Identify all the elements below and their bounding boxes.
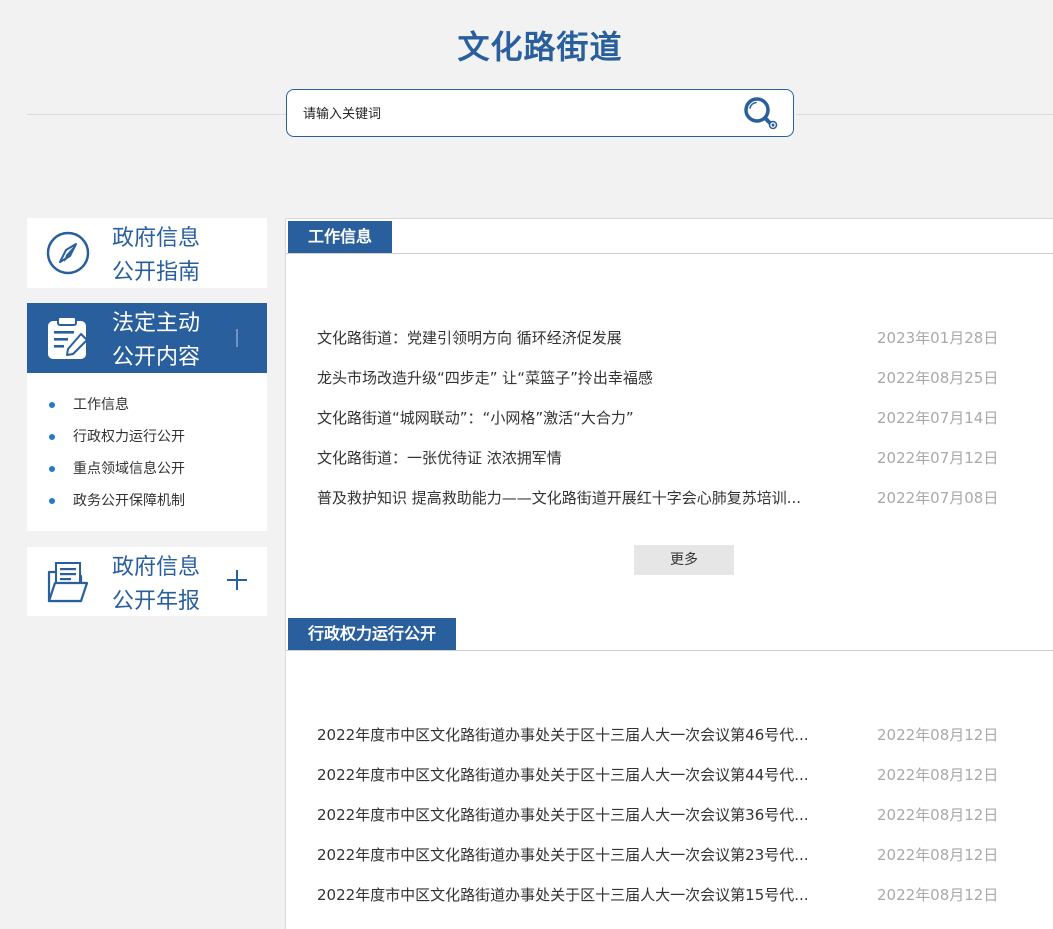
section-divider (286, 650, 1053, 651)
news-item[interactable]: 文化路街道：一张优待证 浓浓拥军情 2022年07月12日 (317, 443, 999, 469)
news-date: 2022年08月12日 (877, 766, 999, 784)
sidebar-item-annual-line1: 政府信息 (112, 555, 201, 580)
news-date: 2022年08月25日 (877, 369, 999, 387)
header-divider-right (796, 114, 1053, 115)
submenu-item[interactable]: 工作信息 (49, 396, 129, 414)
search-box (286, 89, 794, 137)
submenu-item[interactable]: 重点领域信息公开 (49, 460, 185, 478)
sidebar-item-annual-report[interactable]: 政府信息 公开年报 (27, 547, 267, 616)
news-item[interactable]: 龙头市场改造升级“四步走” 让“菜篮子”拎出幸福感 2022年08月25日 (317, 363, 999, 389)
news-title: 龙头市场改造升级“四步走” 让“菜篮子”拎出幸福感 (317, 369, 653, 387)
news-date: 2022年07月08日 (877, 489, 999, 507)
news-title: 2022年度市中区文化路街道办事处关于区十三届人大一次会议第23号代... (317, 846, 809, 864)
news-item[interactable]: 2022年度市中区文化路街道办事处关于区十三届人大一次会议第36号代... 20… (317, 800, 999, 826)
news-date: 2022年07月14日 (877, 409, 999, 427)
news-date: 2022年07月12日 (877, 449, 999, 467)
site-title: 文化路街道 (457, 28, 623, 66)
submenu-item[interactable]: 政务公开保障机制 (49, 492, 185, 510)
bullet-icon (49, 434, 55, 440)
news-title: 文化路街道：党建引领明方向 循环经济促发展 (317, 329, 622, 347)
bullet-icon (49, 498, 55, 504)
news-item[interactable]: 文化路街道：党建引领明方向 循环经济促发展 2023年01月28日 (317, 323, 999, 349)
news-item[interactable]: 普及救护知识 提高救助能力——文化路街道开展红十字会心肺复苏培训... 2022… (317, 483, 999, 509)
sidebar-item-guide-line2: 公开指南 (112, 260, 201, 285)
news-item[interactable]: 文化路街道“城网联动”：“小网格”激活“大合力” 2022年07月14日 (317, 403, 999, 429)
news-title: 2022年度市中区文化路街道办事处关于区十三届人大一次会议第15号代... (317, 886, 809, 904)
submenu-item-label: 政务公开保障机制 (73, 493, 185, 509)
main-content: 工作信息 文化路街道：党建引领明方向 循环经济促发展 2023年01月28日 龙… (285, 218, 1053, 929)
news-date: 2022年08月12日 (877, 726, 999, 744)
compass-icon (46, 231, 90, 275)
news-date: 2023年01月28日 (877, 329, 999, 347)
sidebar-item-guide-line1: 政府信息 (112, 226, 201, 251)
folder-document-icon (47, 562, 89, 603)
submenu-item-label: 工作信息 (73, 397, 129, 413)
more-button[interactable]: 更多 (634, 545, 734, 575)
collapse-indicator (236, 329, 238, 347)
search-icon[interactable] (742, 94, 782, 134)
bullet-icon (49, 402, 55, 408)
news-title: 文化路街道：一张优待证 浓浓拥军情 (317, 449, 562, 467)
sidebar-item-mandatory-line1: 法定主动 (112, 311, 201, 336)
news-title: 普及救护知识 提高救助能力——文化路街道开展红十字会心肺复苏培训... (317, 489, 802, 507)
news-date: 2022年08月12日 (877, 886, 999, 904)
news-date: 2022年08月12日 (877, 846, 999, 864)
news-title: 2022年度市中区文化路街道办事处关于区十三届人大一次会议第44号代... (317, 766, 809, 784)
sidebar-submenu: 工作信息 行政权力运行公开 重点领域信息公开 政务公开保障机制 (27, 373, 267, 531)
news-item[interactable]: 2022年度市中区文化路街道办事处关于区十三届人大一次会议第44号代... 20… (317, 760, 999, 786)
sidebar-item-annual-report-label: 政府信息 公开年报 (112, 551, 232, 619)
news-item[interactable]: 2022年度市中区文化路街道办事处关于区十三届人大一次会议第15号代... 20… (317, 880, 999, 906)
header-divider-left (27, 114, 286, 115)
sidebar-item-guide-label: 政府信息 公开指南 (112, 222, 232, 290)
news-title: 文化路街道“城网联动”：“小网格”激活“大合力” (317, 409, 634, 427)
news-item[interactable]: 2022年度市中区文化路街道办事处关于区十三届人大一次会议第23号代... 20… (317, 840, 999, 866)
section-title-work-info[interactable]: 工作信息 (288, 221, 393, 253)
sidebar-item-mandatory-label: 法定主动 公开内容 (112, 307, 232, 375)
section-divider (286, 253, 1053, 254)
news-title: 2022年度市中区文化路街道办事处关于区十三届人大一次会议第36号代... (317, 806, 809, 824)
submenu-item-label: 行政权力运行公开 (73, 429, 185, 445)
section-title-admin-power[interactable]: 行政权力运行公开 (288, 618, 457, 650)
news-date: 2022年08月12日 (877, 806, 999, 824)
news-item[interactable]: 2022年度市中区文化路街道办事处关于区十三届人大一次会议第46号代... 20… (317, 720, 999, 746)
search-input[interactable] (301, 102, 725, 126)
sidebar-item-mandatory[interactable]: 法定主动 公开内容 (27, 303, 267, 373)
clipboard-edit-icon (48, 316, 88, 359)
sidebar-item-mandatory-line2: 公开内容 (112, 345, 201, 370)
plus-icon[interactable] (225, 568, 249, 592)
bullet-icon (49, 466, 55, 472)
sidebar-item-annual-line2: 公开年报 (112, 589, 201, 614)
submenu-item-label: 重点领域信息公开 (73, 461, 185, 477)
sidebar-item-guide[interactable]: 政府信息 公开指南 (27, 218, 267, 288)
news-title: 2022年度市中区文化路街道办事处关于区十三届人大一次会议第46号代... (317, 726, 809, 744)
submenu-item[interactable]: 行政权力运行公开 (49, 428, 185, 446)
